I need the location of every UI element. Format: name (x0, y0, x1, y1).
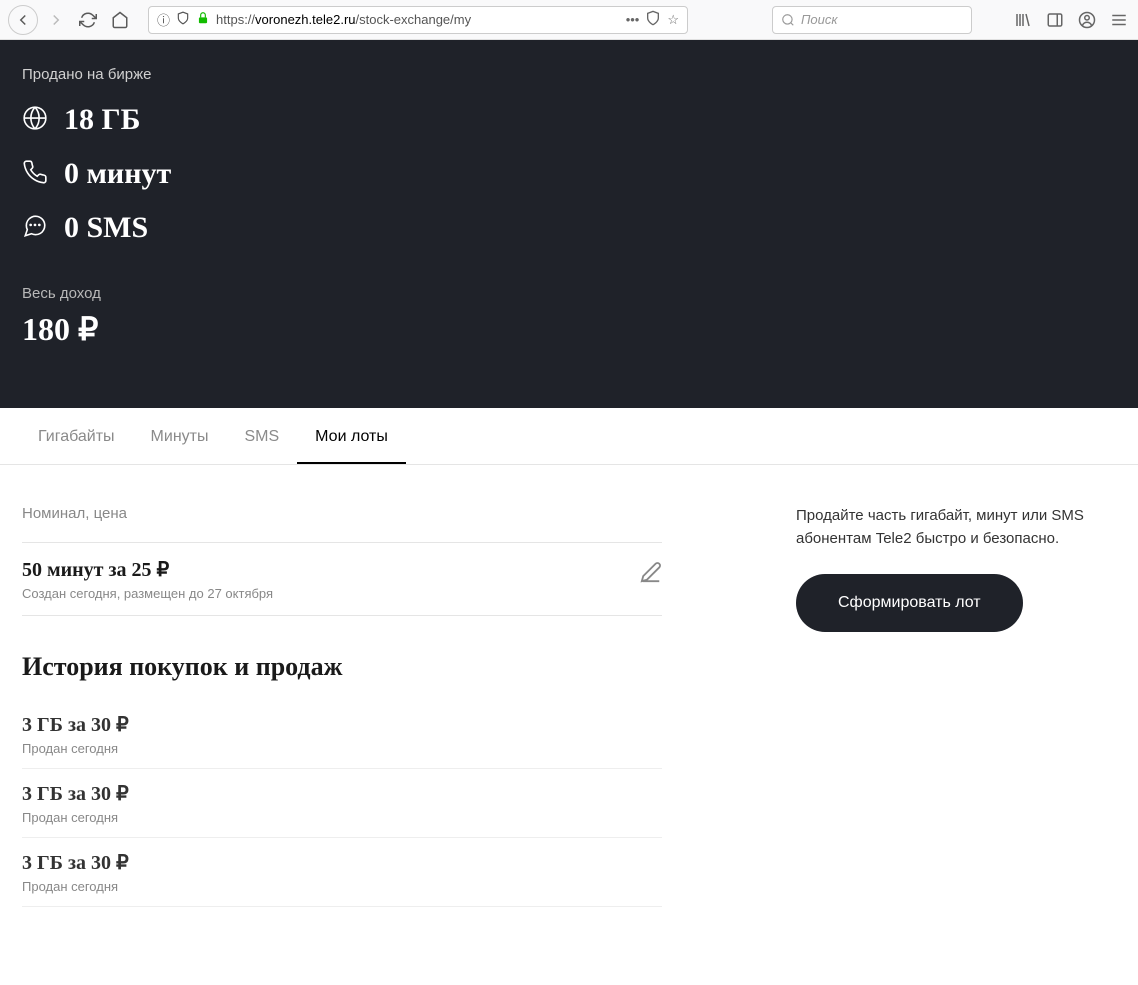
create-lot-button[interactable]: Сформировать лот (796, 574, 1023, 632)
income-label: Весь доход (22, 285, 1116, 302)
history-item-subtitle: Продан сегодня (22, 879, 662, 894)
history-item-title: 3 ГБ за 30 ₽ (22, 850, 662, 875)
nominal-price-label: Номинал, цена (22, 505, 662, 522)
address-bar[interactable]: ⓘ https://voronezh.tele2.ru/stock-exchan… (148, 6, 688, 34)
reload-button[interactable] (74, 6, 102, 34)
bookmark-star-icon[interactable]: ☆ (667, 12, 679, 28)
history-item[interactable]: 3 ГБ за 30 ₽ Продан сегодня (22, 769, 662, 838)
summary-panel: Продано на бирже 18 ГБ 0 минут 0 SMS Вес… (0, 40, 1138, 408)
tracking-shield-icon[interactable] (645, 10, 661, 29)
income-value: 180 ₽ (22, 310, 1116, 348)
lock-icon[interactable] (196, 11, 210, 28)
promo-text: Продайте часть гигабайт, минут или SMS а… (796, 505, 1106, 550)
stat-minutes: 0 минут (22, 157, 1116, 191)
active-lot-subtitle: Создан сегодня, размещен до 27 октября (22, 586, 273, 601)
stat-sms: 0 SMS (22, 211, 1116, 245)
search-icon (781, 13, 795, 27)
info-icon[interactable]: ⓘ (157, 10, 170, 29)
active-lot-row[interactable]: 50 минут за 25 ₽ Создан сегодня, размеще… (22, 542, 662, 616)
home-button[interactable] (106, 6, 134, 34)
tab-my-lots[interactable]: Мои лоты (297, 408, 406, 464)
data-value: 18 ГБ (64, 103, 140, 137)
tabs-bar: Гигабайты Минуты SMS Мои лоты (0, 408, 1138, 465)
url-text: https://voronezh.tele2.ru/stock-exchange… (216, 12, 620, 27)
history-item-subtitle: Продан сегодня (22, 741, 662, 756)
history-item-title: 3 ГБ за 30 ₽ (22, 712, 662, 737)
account-icon[interactable] (1076, 9, 1098, 31)
forward-button[interactable] (42, 6, 70, 34)
browser-toolbar: ⓘ https://voronezh.tele2.ru/stock-exchan… (0, 0, 1138, 40)
search-placeholder: Поиск (801, 12, 838, 27)
tab-sms[interactable]: SMS (226, 408, 297, 464)
edit-lot-button[interactable] (640, 557, 662, 588)
lots-column: Номинал, цена 50 минут за 25 ₽ Создан се… (22, 505, 662, 907)
tab-gigabytes[interactable]: Гигабайты (20, 408, 133, 464)
history-item-subtitle: Продан сегодня (22, 810, 662, 825)
history-item[interactable]: 3 ГБ за 30 ₽ Продан сегодня (22, 700, 662, 769)
active-lot-title: 50 минут за 25 ₽ (22, 557, 273, 582)
search-bar[interactable]: Поиск (772, 6, 972, 34)
chat-icon (22, 213, 48, 244)
stat-data: 18 ГБ (22, 103, 1116, 137)
history-item[interactable]: 3 ГБ за 30 ₽ Продан сегодня (22, 838, 662, 907)
content-area: Номинал, цена 50 минут за 25 ₽ Создан се… (0, 465, 1138, 927)
history-heading: История покупок и продаж (22, 652, 662, 682)
sms-value: 0 SMS (64, 211, 148, 245)
shield-icon[interactable] (176, 11, 190, 28)
phone-icon (22, 159, 48, 190)
globe-icon (22, 105, 48, 136)
history-item-title: 3 ГБ за 30 ₽ (22, 781, 662, 806)
tab-minutes[interactable]: Минуты (133, 408, 227, 464)
back-button[interactable] (8, 5, 38, 35)
sidebar-icon[interactable] (1044, 9, 1066, 31)
sold-label: Продано на бирже (22, 66, 1116, 83)
menu-icon[interactable] (1108, 9, 1130, 31)
promo-column: Продайте часть гигабайт, минут или SMS а… (796, 505, 1116, 907)
library-icon[interactable] (1012, 9, 1034, 31)
minutes-value: 0 минут (64, 157, 171, 191)
page-actions-icon[interactable]: ••• (626, 12, 640, 27)
